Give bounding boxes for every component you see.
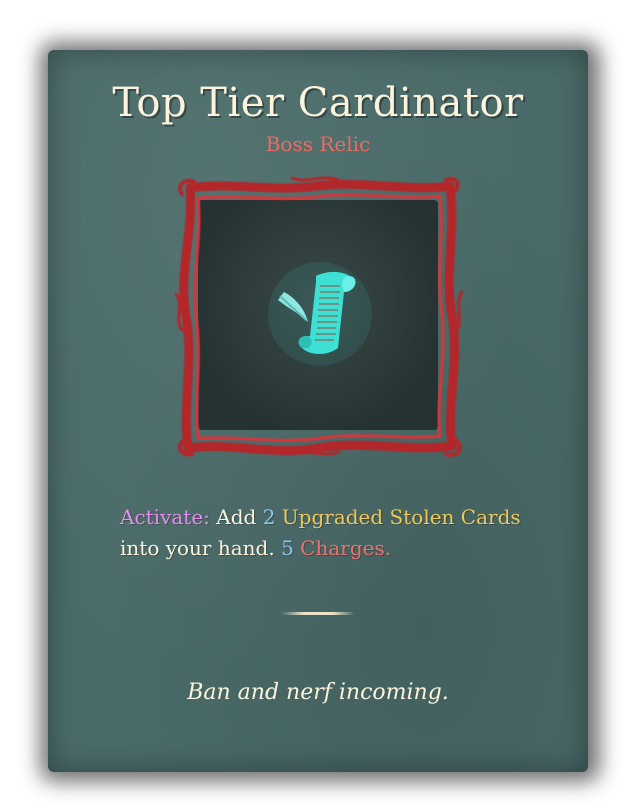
card-rarity: Boss Relic xyxy=(265,132,371,156)
relic-card[interactable]: Top Tier Cardinator Boss Relic Activate:… xyxy=(48,50,588,772)
stage: Top Tier Cardinator Boss Relic Activate:… xyxy=(0,0,640,810)
card-count: 2 xyxy=(262,505,276,529)
relic-portrait xyxy=(172,174,466,458)
boss-relic-frame xyxy=(174,176,464,457)
charge-count: 5 xyxy=(281,536,294,560)
keyword-activate: Activate: xyxy=(120,505,210,529)
relic-description: Activate: Add 2 Upgraded Stolen Cards in… xyxy=(120,502,540,564)
card-title: Top Tier Cardinator xyxy=(112,80,524,126)
flavor-text: Ban and nerf incoming. xyxy=(187,680,449,705)
keyword-upgraded-stolen-cards: Upgraded Stolen Cards xyxy=(281,505,521,529)
description-into-hand: into your hand. xyxy=(120,536,275,560)
description-add: Add xyxy=(216,505,257,529)
divider xyxy=(281,612,355,615)
keyword-charges: Charges. xyxy=(300,536,392,560)
